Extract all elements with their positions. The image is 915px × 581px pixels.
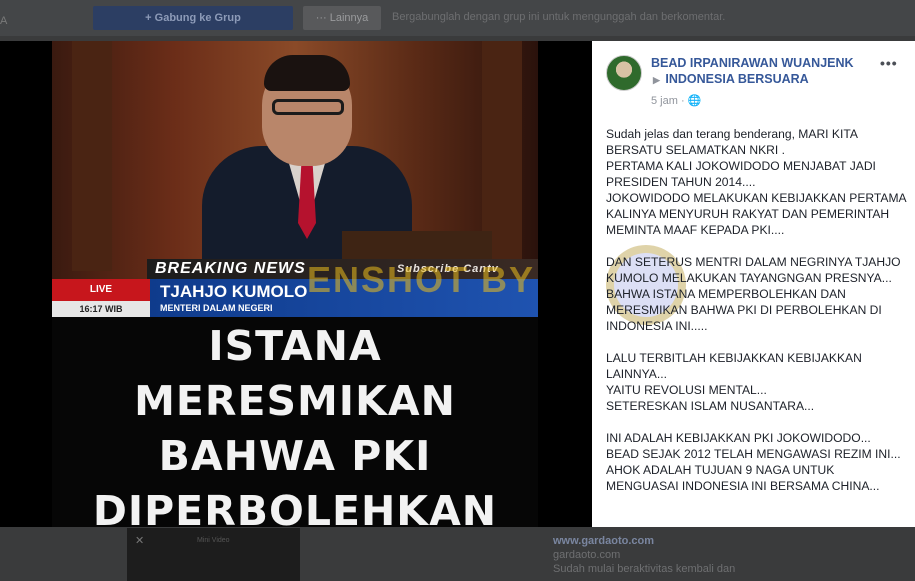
speaker-name: TJAHJO KUMOLO	[160, 282, 308, 301]
post-options-button[interactable]: •••	[880, 55, 898, 71]
tv-screenshot: BREAKING NEWS Subscribe Cantv Channel LI…	[52, 41, 538, 317]
caret-right-icon: ▶	[653, 75, 660, 85]
group-name-link[interactable]: INDONESIA BERSUARA	[665, 72, 808, 86]
caption-line: DIPERBOLEHKAN	[92, 487, 498, 527]
ad-domain: gardaoto.com	[553, 549, 621, 561]
caption-line: ISTANA MERESMIKAN	[134, 322, 456, 425]
live-badge: LIVE	[52, 279, 150, 301]
sponsored-ad[interactable]: www.gardaoto.com gardaoto.com Sudah mula…	[553, 534, 735, 576]
ad-title[interactable]: www.gardaoto.com	[553, 534, 735, 548]
globe-icon: 🌐	[687, 95, 702, 107]
screenshot-watermark: ENSHOT BY	[307, 259, 536, 300]
breaking-news-label: BREAKING NEWS	[155, 260, 306, 277]
photo-viewer: BREAKING NEWS Subscribe Cantv Channel LI…	[0, 41, 592, 527]
speaker-glasses	[272, 99, 344, 115]
background-pillar	[72, 41, 112, 271]
speaker-role: MENTERI DALAM NEGERI	[160, 303, 273, 313]
author-name-link[interactable]: BEAD IRPANIRAWAN WUANJENK	[651, 56, 854, 70]
photo-caption: ISTANA MERESMIKAN BAHWA PKI DIPERBOLEHKA…	[52, 319, 538, 527]
join-group-button[interactable]: + Gabung ke Grup	[93, 6, 293, 30]
separator-dot: ·	[680, 95, 688, 107]
post-photo[interactable]: BREAKING NEWS Subscribe Cantv Channel LI…	[52, 41, 538, 527]
speaker-hair	[264, 55, 350, 91]
close-icon[interactable]: ✕	[135, 534, 144, 547]
avatar[interactable]	[606, 55, 642, 91]
join-hint-text: Bergabunglah dengan grup ini untuk mengu…	[392, 11, 726, 23]
mini-video-label: Mini Video	[197, 537, 230, 544]
caption-line: BAHWA PKI	[158, 432, 432, 480]
ad-text: Sudah mulai beraktivitas kembali dan	[553, 563, 736, 575]
post-author-header: BEAD IRPANIRAWAN WUANJENK ▶ INDONESIA BE…	[651, 55, 866, 88]
post-panel: BEAD IRPANIRAWAN WUANJENK ▶ INDONESIA BE…	[592, 41, 915, 527]
timestamp-text[interactable]: 5 jam	[651, 95, 678, 107]
more-button[interactable]: ··· Lainnya	[303, 6, 381, 30]
left-edge-text: A	[0, 15, 8, 27]
broadcast-clock: 16:17 WIB	[52, 301, 150, 317]
mini-video-player[interactable]: ✕ Mini Video	[127, 528, 300, 581]
post-text: Sudah jelas dan terang benderang, MARI K…	[606, 127, 906, 493]
post-timestamp[interactable]: 5 jam · 🌐	[651, 94, 701, 107]
